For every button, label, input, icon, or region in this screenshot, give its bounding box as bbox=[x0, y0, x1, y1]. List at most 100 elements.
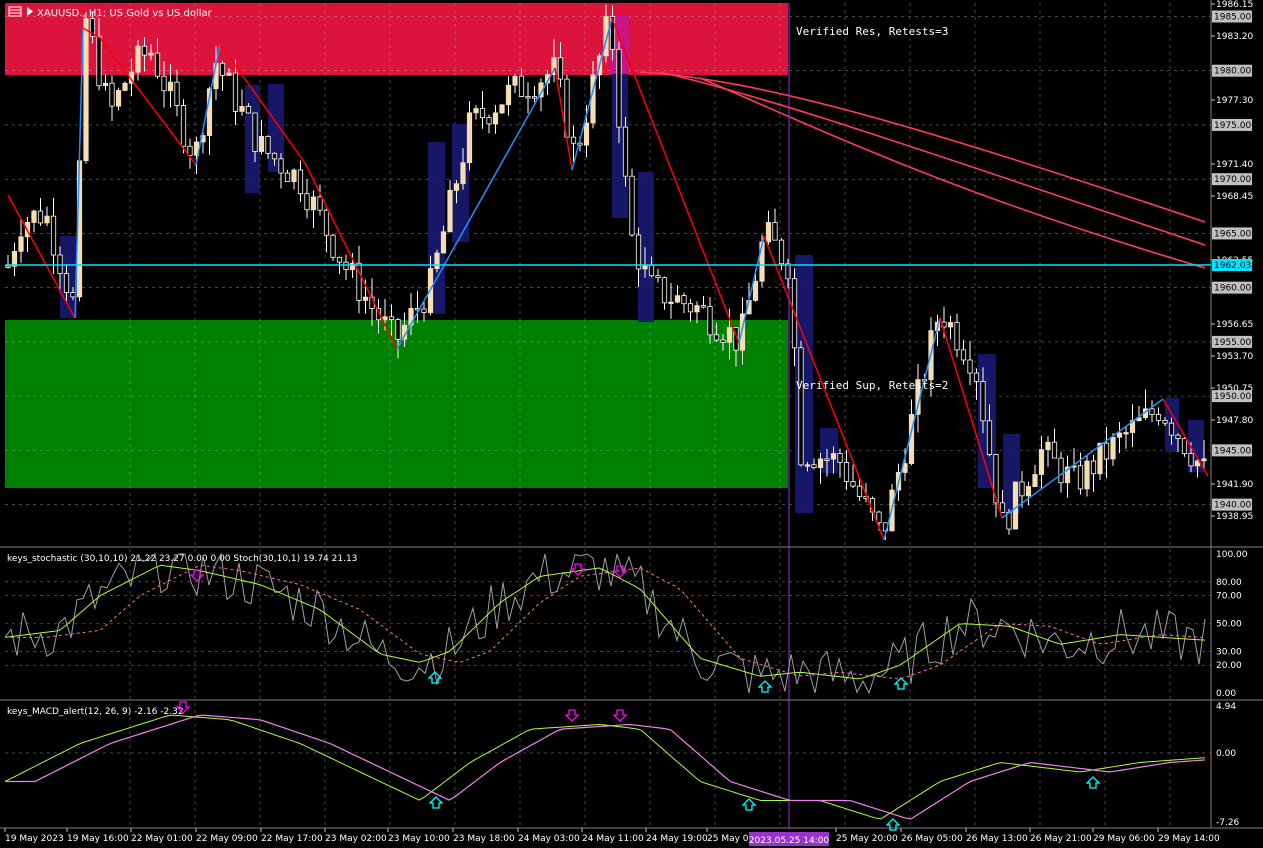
bear-candle bbox=[837, 453, 843, 463]
price-level-label: 1945.00 bbox=[1214, 446, 1251, 456]
time-tick-label: 25 May 20:00 bbox=[836, 834, 898, 844]
bull-candle bbox=[466, 112, 473, 164]
bull-candle bbox=[1084, 460, 1090, 490]
bull-candle bbox=[148, 52, 154, 56]
bear-candle bbox=[50, 215, 57, 256]
bull-candle bbox=[752, 280, 759, 301]
price-axis[interactable]: 1986.15 1983.20 1977.30 1971.40 1968.45 1962.… bbox=[1211, 0, 1253, 522]
stoch-main-line bbox=[4, 564, 1206, 680]
bear-candle bbox=[785, 263, 791, 280]
bull-candle bbox=[382, 316, 388, 321]
bull-candle bbox=[258, 135, 265, 152]
bear-candle bbox=[967, 359, 973, 374]
macd-main-line bbox=[4, 714, 1206, 820]
macd-panel[interactable]: keys_MACD_alert(12, 26, 9) -2.16 -2.32 bbox=[4, 701, 1206, 831]
stochastic-panel[interactable]: keys_stochastic (30,10,10) 21.22 23.27 0… bbox=[4, 552, 1206, 695]
price-tick-label: 1956.65 bbox=[1216, 320, 1253, 330]
stoch-signal-line bbox=[5, 565, 1206, 680]
bear-candle bbox=[700, 305, 707, 308]
price-level-label: 1955.00 bbox=[1214, 338, 1251, 348]
time-tick-label: 19 May 2023 bbox=[5, 834, 64, 844]
time-tick-label: 29 May 06:00 bbox=[1093, 834, 1155, 844]
bear-candle bbox=[1149, 408, 1155, 415]
buy-arrow-icon bbox=[1085, 776, 1101, 789]
bear-candle bbox=[518, 75, 525, 97]
bear-candle bbox=[570, 136, 577, 144]
bull-candle bbox=[1201, 458, 1207, 462]
current-price-label: 1962.03 bbox=[1214, 261, 1251, 271]
bull-candle bbox=[674, 295, 681, 303]
stochastic-tick-label: 100.00 bbox=[1216, 550, 1248, 560]
bull-candle bbox=[362, 296, 369, 301]
bear-candle bbox=[278, 158, 284, 174]
stochastic-tick-label: 70.00 bbox=[1216, 592, 1242, 602]
sell-arrow-icon bbox=[564, 709, 580, 722]
bull-candle bbox=[694, 305, 700, 313]
bear-candle bbox=[713, 334, 720, 341]
time-tick-label: 26 May 05:00 bbox=[901, 834, 963, 844]
bull-candle bbox=[453, 183, 460, 191]
bear-candle bbox=[720, 339, 726, 343]
time-tick-label: 23 May 02:00 bbox=[325, 834, 387, 844]
bear-candle bbox=[999, 502, 1006, 513]
bull-candle bbox=[668, 301, 674, 304]
bear-candle bbox=[622, 126, 629, 177]
bull-candle bbox=[44, 215, 50, 224]
price-tick-label: 1971.40 bbox=[1216, 160, 1253, 170]
macd-tick-label: 4.94 bbox=[1216, 702, 1236, 712]
price-tick-label: 1968.45 bbox=[1216, 192, 1253, 202]
bull-candle bbox=[226, 72, 232, 76]
bear-candle bbox=[252, 112, 258, 152]
time-tick-label: 22 May 09:00 bbox=[196, 834, 258, 844]
bull-candle bbox=[135, 45, 141, 73]
bear-candle bbox=[1188, 453, 1194, 467]
bull-candle bbox=[642, 264, 648, 270]
stochastic-title: keys_stochastic (30,10,10) 21.22 23.27 0… bbox=[7, 554, 357, 564]
chart-window[interactable]: Verified Res, Retests=3 Verified Sup, Re… bbox=[0, 0, 1263, 848]
bull-candle bbox=[1116, 432, 1123, 438]
bull-candle bbox=[83, 18, 89, 162]
bull-candle bbox=[947, 322, 954, 328]
bear-candle bbox=[531, 96, 538, 99]
bear-candle bbox=[1006, 512, 1012, 530]
bull-candle bbox=[349, 262, 356, 270]
bear-candle bbox=[778, 239, 785, 265]
bull-candle bbox=[1097, 442, 1103, 475]
bull-candle bbox=[460, 162, 466, 185]
bear-candle bbox=[219, 62, 226, 76]
stochastic-tick-label: 20.00 bbox=[1216, 661, 1242, 671]
bull-candle bbox=[473, 108, 479, 114]
price-level-label: 1985.00 bbox=[1214, 12, 1251, 22]
bear-candle bbox=[772, 221, 778, 241]
bear-candle bbox=[629, 175, 635, 236]
buy-arrow-icon bbox=[893, 677, 909, 690]
macd-tick-label: -7.26 bbox=[1216, 818, 1240, 828]
bull-candle bbox=[447, 189, 453, 233]
bull-candle bbox=[499, 104, 505, 114]
time-axis[interactable]: 19 May 2023 19 May 16:00 22 May 01:00 22 Ma… bbox=[4, 828, 1220, 844]
bear-candle bbox=[1019, 481, 1025, 497]
bull-candle bbox=[1038, 449, 1045, 475]
time-tick-label: 19 May 16:00 bbox=[67, 834, 129, 844]
bull-candle bbox=[583, 122, 590, 146]
bear-candle bbox=[980, 380, 986, 422]
bear-candle bbox=[1162, 419, 1168, 424]
bear-candle bbox=[232, 72, 239, 112]
price-tick-label: 1947.80 bbox=[1216, 416, 1253, 426]
bear-candle bbox=[525, 96, 531, 99]
price-tick-label: 1938.95 bbox=[1216, 512, 1253, 522]
bull-candle bbox=[122, 82, 128, 91]
bear-candle bbox=[265, 135, 271, 154]
stochastic-tick-label: 30.00 bbox=[1216, 647, 1242, 657]
bear-candle bbox=[635, 234, 642, 270]
time-tick-label: 24 May 19:00 bbox=[646, 834, 708, 844]
bear-candle bbox=[304, 193, 310, 211]
svg-text:2023.05.25 14:00: 2023.05.25 14:00 bbox=[749, 836, 830, 846]
bear-candle bbox=[655, 275, 661, 279]
bear-candle bbox=[343, 261, 349, 270]
support-zone bbox=[5, 320, 788, 488]
bear-candle bbox=[421, 308, 427, 313]
bear-candle bbox=[161, 75, 167, 92]
price-level-label: 1975.00 bbox=[1214, 121, 1251, 131]
time-tick-label: 22 May 17:00 bbox=[261, 834, 323, 844]
